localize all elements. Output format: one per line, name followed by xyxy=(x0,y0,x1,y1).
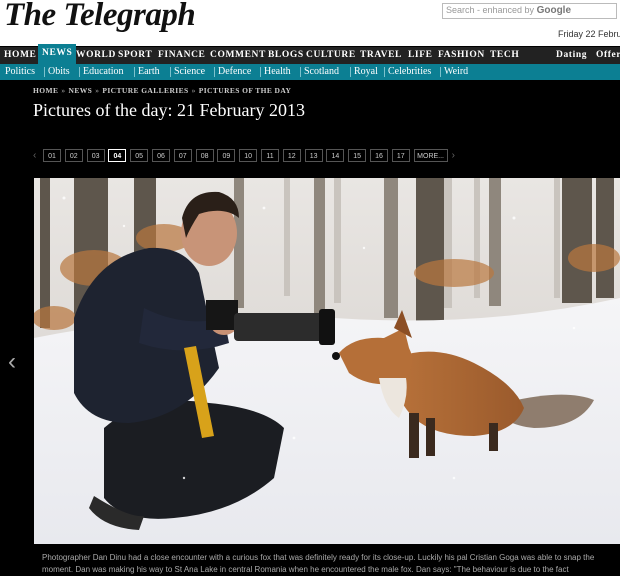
subnav-divider xyxy=(300,67,301,77)
breadcrumb-item[interactable]: NEWS xyxy=(69,86,93,95)
nav-item-blogs[interactable]: BLOGS xyxy=(268,47,304,64)
breadcrumb-item[interactable]: HOME xyxy=(33,86,58,95)
nav-item-fashion[interactable]: FASHION xyxy=(438,47,485,64)
pager-page-09[interactable]: 09 xyxy=(217,149,236,162)
nav-item-finance[interactable]: FINANCE xyxy=(158,47,205,64)
nav-item-home[interactable]: HOME xyxy=(4,47,36,64)
nav-item-life[interactable]: LIFE xyxy=(408,47,433,64)
pager-prev-icon[interactable]: ‹ xyxy=(33,149,36,163)
page-title: Pictures of the day: 21 February 2013 xyxy=(33,100,305,120)
subnav-divider xyxy=(440,67,441,77)
pager-page-01[interactable]: 01 xyxy=(43,149,61,162)
pager-page-08[interactable]: 08 xyxy=(195,149,214,162)
nav-item-offer[interactable]: Offer xyxy=(596,47,620,64)
dateline: Friday 22 Februa xyxy=(558,29,620,39)
pager-page-11[interactable]: 11 xyxy=(261,149,279,162)
subnav-item-science[interactable]: Science xyxy=(174,64,205,80)
pager-page-16[interactable]: 16 xyxy=(370,149,388,162)
photo-of-photographer-and-fox-icon xyxy=(34,178,620,544)
nav-item-news[interactable]: NEWS xyxy=(38,44,77,64)
pager-page-03[interactable]: 03 xyxy=(86,149,105,162)
telegraph-logo[interactable]: The Telegraph xyxy=(4,0,196,34)
photo-caption: Photographer Dan Dinu had a close encoun… xyxy=(42,553,595,574)
subnav-item-royal[interactable]: Royal xyxy=(354,64,378,80)
search-input[interactable]: Search - enhanced by Google xyxy=(442,3,617,19)
subnav-divider xyxy=(79,67,80,77)
subnav-divider xyxy=(384,67,385,77)
primary-nav: HOME NEWS WORLD SPORT FINANCE COMMENT BLOGS CUL… xyxy=(0,44,620,64)
pager-page-14[interactable]: 14 xyxy=(326,149,345,162)
gallery-prev-button[interactable]: ‹ xyxy=(0,345,24,379)
pager-page-06[interactable]: 06 xyxy=(152,149,170,162)
masthead: The Telegraph Search - enhanced by Googl… xyxy=(0,0,620,46)
gallery-photo xyxy=(34,178,620,544)
nav-item-comment[interactable]: COMMENT xyxy=(210,47,266,64)
nav-item-travel[interactable]: TRAVEL xyxy=(360,47,402,64)
pager-page-10[interactable]: 10 xyxy=(239,149,258,162)
secondary-nav: Politics Obits Education Earth Science Defenc… xyxy=(0,64,620,80)
pager-page-04[interactable]: 04 xyxy=(108,149,127,162)
subnav-item-weird[interactable]: Weird xyxy=(444,64,468,80)
breadcrumb-separator: » xyxy=(61,86,66,95)
nav-item-culture[interactable]: CULTURE xyxy=(306,47,356,64)
nav-item-tech[interactable]: TECH xyxy=(490,47,519,64)
breadcrumb: HOME» NEWS» PICTURE GALLERIES» PICTURES OF … xyxy=(33,86,291,95)
subnav-item-politics[interactable]: Politics xyxy=(5,64,35,80)
nav-item-world[interactable]: WORLD xyxy=(76,47,116,64)
subnav-item-obits[interactable]: Obits xyxy=(48,64,70,80)
pager-page-15[interactable]: 15 xyxy=(348,149,367,162)
nav-item-sport[interactable]: SPORT xyxy=(118,47,152,64)
subnav-item-celebrities[interactable]: Celebrities xyxy=(388,64,431,80)
pager-next-icon[interactable]: › xyxy=(452,149,455,163)
subnav-item-defence[interactable]: Defence xyxy=(218,64,251,80)
subnav-divider xyxy=(260,67,261,77)
pager-page-05[interactable]: 05 xyxy=(130,149,149,162)
pager-page-12[interactable]: 12 xyxy=(282,149,301,162)
pager-page-17[interactable]: 17 xyxy=(391,149,410,162)
subnav-item-earth[interactable]: Earth xyxy=(138,64,160,80)
search-placeholder: Search - enhanced by Google xyxy=(446,5,572,16)
subnav-divider xyxy=(214,67,215,77)
subnav-divider xyxy=(170,67,171,77)
pager-page-13[interactable]: 13 xyxy=(304,149,323,162)
subnav-item-health[interactable]: Health xyxy=(264,64,291,80)
breadcrumb-separator: » xyxy=(191,86,196,95)
pager-page-07[interactable]: 07 xyxy=(173,149,192,162)
subnav-item-education[interactable]: Education xyxy=(83,64,124,80)
breadcrumb-separator: » xyxy=(95,86,100,95)
breadcrumb-item[interactable]: PICTURES OF THE DAY xyxy=(199,86,292,95)
subnav-divider xyxy=(350,67,351,77)
nav-item-dating[interactable]: Dating xyxy=(556,47,587,64)
subnav-divider xyxy=(44,67,45,77)
subnav-item-scotland[interactable]: Scotland xyxy=(304,64,339,80)
breadcrumb-item[interactable]: PICTURE GALLERIES xyxy=(102,86,188,95)
pager-page-02[interactable]: 02 xyxy=(64,149,83,162)
subnav-divider xyxy=(134,67,135,77)
pager-more-button[interactable]: MORE... xyxy=(413,149,448,162)
